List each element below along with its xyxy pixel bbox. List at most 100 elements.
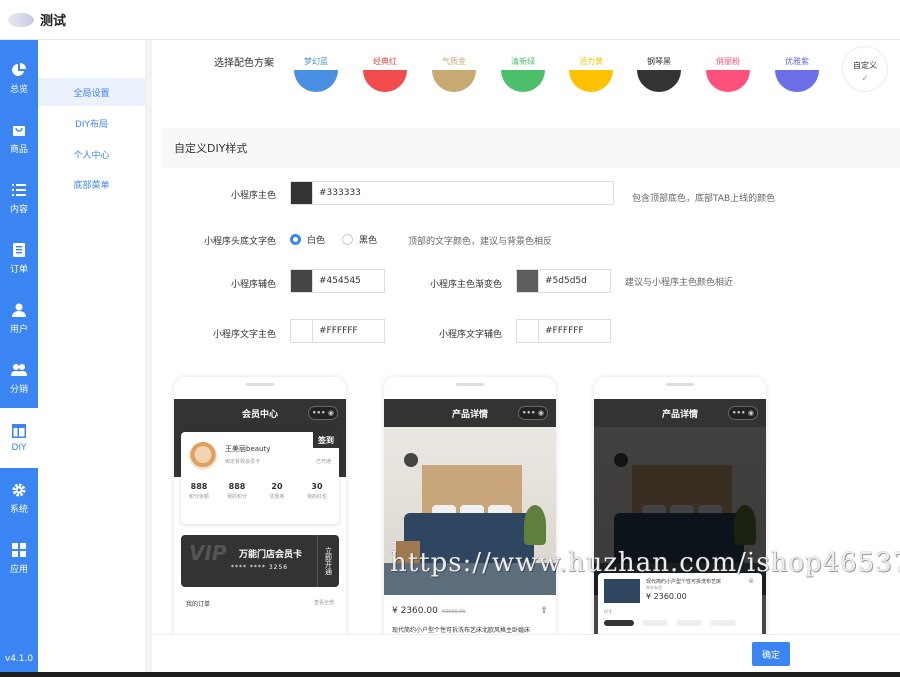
footer-bar: 确定	[152, 634, 900, 672]
scheme-option-name: 清新绿	[511, 57, 535, 66]
phone-notch	[456, 383, 484, 386]
scheme-color-curve	[294, 70, 338, 92]
scheme-option-pretty-pink[interactable]: 俏丽粉	[700, 48, 756, 98]
sidebar-item-diy[interactable]: DIY	[0, 408, 38, 468]
gradient-color-value: #5d5d5d	[545, 276, 587, 286]
scheme-option-piano-black[interactable]: 钢琴黑	[631, 48, 687, 98]
subnav-item-diy-layout[interactable]: DIY布局	[38, 109, 145, 137]
vip-card: VIP 万能门店会员卡 **** **** 3256 立即开通	[181, 535, 339, 587]
sku-option-chip	[642, 620, 668, 626]
sidebar-item-content[interactable]: 内容	[0, 168, 38, 228]
confirm-button[interactable]: 确定	[752, 642, 790, 666]
scheme-option-dream-blue[interactable]: 梦幻蓝	[288, 48, 344, 98]
gradient-color-field[interactable]: #5d5d5d	[516, 269, 611, 293]
header-text-color-label: 小程序头底文字色	[203, 237, 276, 247]
sidebar-item-label: 用户	[9, 324, 28, 335]
section-title: 自定义DIY样式	[162, 128, 900, 168]
sidebar-item-apps[interactable]: 应用	[0, 528, 38, 588]
sidebar-item-overview[interactable]: 总览	[0, 48, 38, 108]
users-icon	[11, 362, 27, 378]
mini-program-capsule: ••• ◉	[308, 406, 338, 420]
sku-option-chip	[604, 620, 634, 626]
vip-open-button: 立即开通	[317, 535, 339, 587]
scheme-option-classic-red[interactable]: 经典红	[357, 48, 413, 98]
original-price: ¥3000.00	[441, 609, 466, 615]
main-color-field[interactable]: #333333	[290, 181, 614, 205]
my-orders-label: 我的订单	[186, 601, 211, 608]
subnav-item-global-settings[interactable]: 全局设置	[38, 78, 145, 106]
stat-item: 888 积分余额	[183, 482, 215, 500]
aux-color-value: #454545	[319, 276, 361, 286]
member-subtitle: 绑定有效会员卡	[225, 459, 261, 465]
main-content: 选择配色方案 梦幻蓝 经典红 气质金 清新绿 活力黄 钢琴黑 俏丽粉 优雅紫 自…	[152, 40, 900, 634]
scheme-color-curve	[775, 70, 819, 92]
sku-option-chip	[676, 620, 702, 626]
color-chip[interactable]	[291, 182, 313, 204]
sidebar-item-distribution[interactable]: 分销	[0, 348, 38, 408]
scheme-option-fresh-green[interactable]: 清新绿	[495, 48, 551, 98]
header-text-black-radio[interactable]: 黑色	[342, 233, 377, 246]
text-main-color-field[interactable]: #FFFFFF	[290, 319, 385, 343]
text-main-color-label: 小程序文字主色	[212, 330, 276, 340]
top-bar: 测试	[0, 0, 900, 40]
scheme-option-custom[interactable]: 自定义 ✓	[842, 46, 888, 92]
app-logo	[8, 12, 34, 27]
scheme-color-curve	[706, 70, 750, 92]
color-chip[interactable]	[291, 270, 313, 292]
sidebar-item-goods[interactable]: 商品	[0, 108, 38, 168]
scheme-option-name: 自定义	[853, 61, 877, 70]
image-lamp	[404, 453, 418, 467]
stat-number: 888	[190, 482, 208, 491]
sidebar-item-orders[interactable]: 订单	[0, 228, 38, 288]
stat-item: 30 我的红包	[301, 482, 333, 500]
text-aux-color-field[interactable]: #FFFFFF	[516, 319, 611, 343]
preview-nav-bar: 会员中心 ••• ◉	[174, 399, 346, 427]
stat-label: 我的积分	[226, 494, 247, 500]
color-chip[interactable]	[291, 320, 313, 342]
sidebar-item-label: 总览	[9, 84, 28, 95]
sidebar-item-label: 应用	[9, 564, 28, 575]
sidebar-item-system[interactable]: 系统	[0, 468, 38, 528]
color-scheme-label: 选择配色方案	[214, 58, 274, 69]
app-title: 测试	[40, 14, 67, 29]
scheme-option-elegant-gold[interactable]: 气质金	[426, 48, 482, 98]
preview-title: 产品详情	[451, 409, 488, 420]
mini-program-capsule: ••• ◉	[518, 406, 548, 420]
color-chip[interactable]	[517, 270, 539, 292]
aux-color-field[interactable]: #454545	[290, 269, 385, 293]
mini-program-capsule: ••• ◉	[728, 406, 758, 420]
header-text-hint: 顶部的文字颜色，建议与背景色相反	[408, 237, 553, 247]
gradient-color-label: 小程序主色渐变色	[429, 280, 502, 290]
scheme-color-curve	[637, 70, 681, 92]
close-icon: ⊗	[748, 577, 754, 585]
subnav-item-bottom-menu[interactable]: 底部菜单	[38, 170, 145, 198]
scheme-option-name: 俏丽粉	[716, 57, 740, 66]
member-center-preview: 会员中心 ••• ◉ 王美丽beauty 绑定有效会员卡 签到 已开通 888 …	[174, 377, 346, 634]
color-chip[interactable]	[517, 320, 539, 342]
sidebar-item-users[interactable]: 用户	[0, 288, 38, 348]
main-color-hint: 包含顶部底色，底部TAB上线的颜色	[632, 194, 776, 204]
stat-number: 20	[271, 482, 283, 491]
scheme-option-name: 钢琴黑	[647, 57, 671, 66]
aux-color-label: 小程序辅色	[230, 280, 276, 290]
avatar	[189, 442, 217, 470]
scheme-option-name: 经典红	[373, 57, 397, 66]
text-aux-color-value: #FFFFFF	[545, 326, 584, 336]
scheme-option-graceful-purple[interactable]: 优雅紫	[769, 48, 825, 98]
gear-icon	[11, 482, 27, 498]
product-detail-preview: 产品详情 ••• ◉ ¥ 2360.00 ¥3000.00 ⇪ 现代简约小户型个性…	[384, 377, 556, 634]
scheme-option-vivid-yellow[interactable]: 活力黄	[563, 48, 619, 98]
sidebar-item-label: 分销	[9, 384, 28, 395]
share-icon: ⇪	[540, 606, 548, 616]
price-value: ¥ 2360.00	[392, 606, 438, 616]
radio-dot	[290, 234, 301, 245]
shopping-bag-icon	[11, 122, 27, 138]
scheme-color-curve	[363, 70, 407, 92]
sku-subtitle: 库存有货	[646, 585, 662, 590]
sidebar-item-label: DIY	[11, 443, 27, 453]
header-text-white-radio[interactable]: 白色	[290, 233, 325, 246]
pie-chart-icon	[11, 62, 27, 78]
subnav-item-personal-center[interactable]: 个人中心	[38, 140, 145, 168]
version-label: v4.1.0	[4, 654, 34, 664]
preview-title: 会员中心	[241, 409, 278, 420]
